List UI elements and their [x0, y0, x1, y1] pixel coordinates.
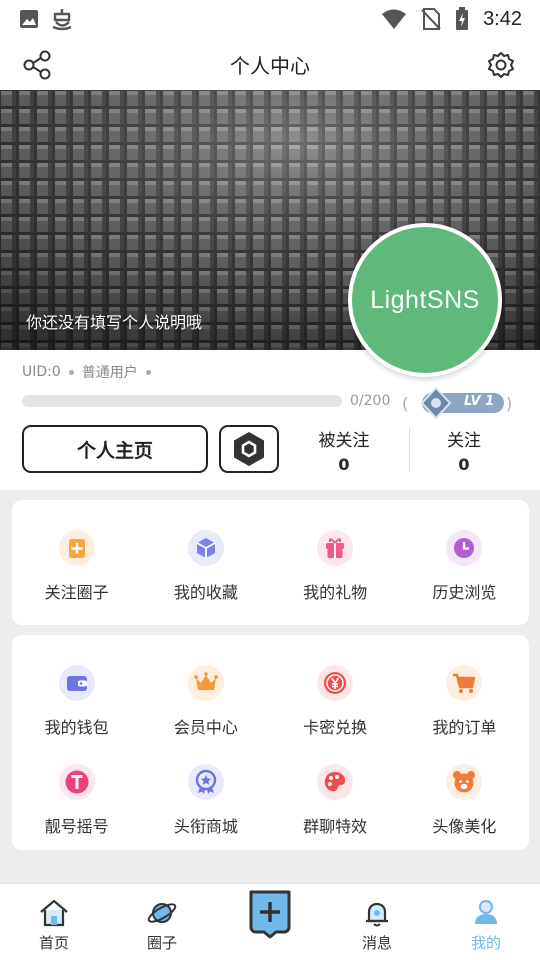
menu-item-card-redeem[interactable]: 卡密兑换: [271, 665, 400, 738]
wifi-icon: [382, 9, 407, 29]
menu-item-avatar-beautify[interactable]: 头像美化: [400, 764, 529, 837]
nav-home[interactable]: 首页: [9, 884, 99, 960]
services-menu-card: 我的钱包 会员中心 卡密兑换 我的订单 靓号摇号 头衔商城 群聊特效 头像美化: [12, 635, 529, 850]
svg-text:): ): [506, 394, 512, 413]
gallery-notification-icon: [20, 10, 38, 28]
following-count: 0: [458, 455, 470, 474]
followers-stat[interactable]: 被关注 0: [284, 426, 404, 474]
menu-item-label: 关注圈子: [44, 583, 109, 602]
no-sim-icon: [421, 8, 441, 30]
settings-gear-icon[interactable]: [484, 48, 518, 82]
hexagon-icon: [234, 432, 264, 466]
separator-dot: [145, 369, 151, 375]
status-bar: 3:42: [0, 0, 540, 38]
clock-time: 3:42: [483, 7, 522, 30]
bell-icon: [366, 902, 388, 927]
plus-square-icon: [58, 530, 95, 566]
bear-icon: [446, 764, 483, 800]
wallet-icon: [58, 665, 95, 701]
nav-label: 圈子: [146, 934, 177, 952]
nav-circles[interactable]: 圈子: [117, 884, 207, 960]
hexagon-button[interactable]: [219, 425, 279, 473]
nav-label: 我的: [470, 934, 501, 952]
planet-icon: [147, 903, 177, 923]
personal-homepage-button[interactable]: 个人主页: [22, 425, 208, 473]
menu-item-lucky-number[interactable]: 靓号摇号: [12, 764, 141, 837]
menu-item-label: 头衔商城: [173, 817, 238, 836]
nav-messages[interactable]: 消息: [332, 884, 422, 960]
following-label: 关注: [447, 431, 481, 451]
experience-progress-bar: [22, 395, 342, 407]
profile-bio: 你还没有填写个人说明哦: [26, 313, 203, 332]
menu-item-label: 会员中心: [173, 718, 238, 737]
cart-icon: [446, 665, 483, 701]
clock-icon: [446, 530, 483, 566]
menu-item-followed-circles[interactable]: 关注圈子: [12, 530, 141, 603]
crown-icon: [187, 665, 224, 701]
yen-coin-icon: [317, 665, 354, 701]
nav-me[interactable]: 我的: [441, 884, 531, 960]
followers-label: 被关注: [318, 431, 370, 451]
menu-item-group-chat-effects[interactable]: 群聊特效: [271, 764, 400, 837]
menu-item-history[interactable]: 历史浏览: [400, 530, 529, 603]
menu-item-wallet[interactable]: 我的钱包: [12, 665, 141, 738]
palette-icon: [317, 764, 354, 800]
experience-text: 0/200: [350, 393, 391, 409]
nav-label: 消息: [361, 934, 392, 952]
menu-item-label: 靓号摇号: [44, 817, 109, 836]
svg-text:(: (: [402, 394, 408, 413]
medal-icon: [187, 764, 224, 800]
user-uid: UID:0: [22, 364, 61, 380]
menu-item-label: 卡密兑换: [303, 718, 368, 737]
page-title: 个人中心: [230, 53, 310, 78]
avatar-text: LightSNS: [370, 285, 480, 314]
level-badge-icon: ( ): [402, 386, 512, 420]
menu-item-gifts[interactable]: 我的礼物: [271, 530, 400, 603]
menu-item-label: 我的礼物: [303, 583, 368, 602]
menu-item-title-shop[interactable]: 头衔商城: [141, 764, 270, 837]
publish-plus-icon[interactable]: [246, 889, 294, 939]
separator-dot: [68, 369, 74, 375]
gift-icon: [317, 530, 354, 566]
menu-item-label: 我的收藏: [173, 583, 238, 602]
avatar[interactable]: LightSNS: [348, 223, 502, 377]
user-meta: UID:0 普通用户: [22, 362, 159, 382]
battery-charging-icon: [456, 7, 469, 30]
menu-item-vip-center[interactable]: 会员中心: [141, 665, 270, 738]
followers-count: 0: [338, 455, 350, 474]
menu-item-label: 我的钱包: [44, 718, 109, 737]
menu-item-orders[interactable]: 我的订单: [400, 665, 529, 738]
cube-icon: [187, 530, 224, 566]
user-role: 普通用户: [81, 365, 138, 381]
menu-item-label: 历史浏览: [432, 583, 497, 602]
menu-item-favorites[interactable]: 我的收藏: [141, 530, 270, 603]
bug-notification-icon: [52, 9, 72, 31]
menu-item-label: 头像美化: [432, 817, 497, 836]
menu-item-label: 我的订单: [432, 718, 497, 737]
menu-item-label: 群聊特效: [303, 817, 368, 836]
user-icon: [475, 900, 497, 924]
nav-label: 首页: [38, 934, 69, 952]
profile-info-section: UID:0 普通用户 0/200 ( ) LV 1 个人主页 被关注 0 关注 …: [0, 350, 540, 490]
level-label: LV 1: [464, 394, 495, 409]
quick-menu-card: 关注圈子 我的收藏 我的礼物 历史浏览: [12, 500, 529, 625]
t-badge-icon: [58, 764, 95, 800]
home-icon: [40, 899, 68, 927]
following-stat[interactable]: 关注 0: [404, 426, 524, 474]
title-bar: 个人中心: [0, 38, 540, 90]
share-icon[interactable]: [20, 48, 54, 82]
